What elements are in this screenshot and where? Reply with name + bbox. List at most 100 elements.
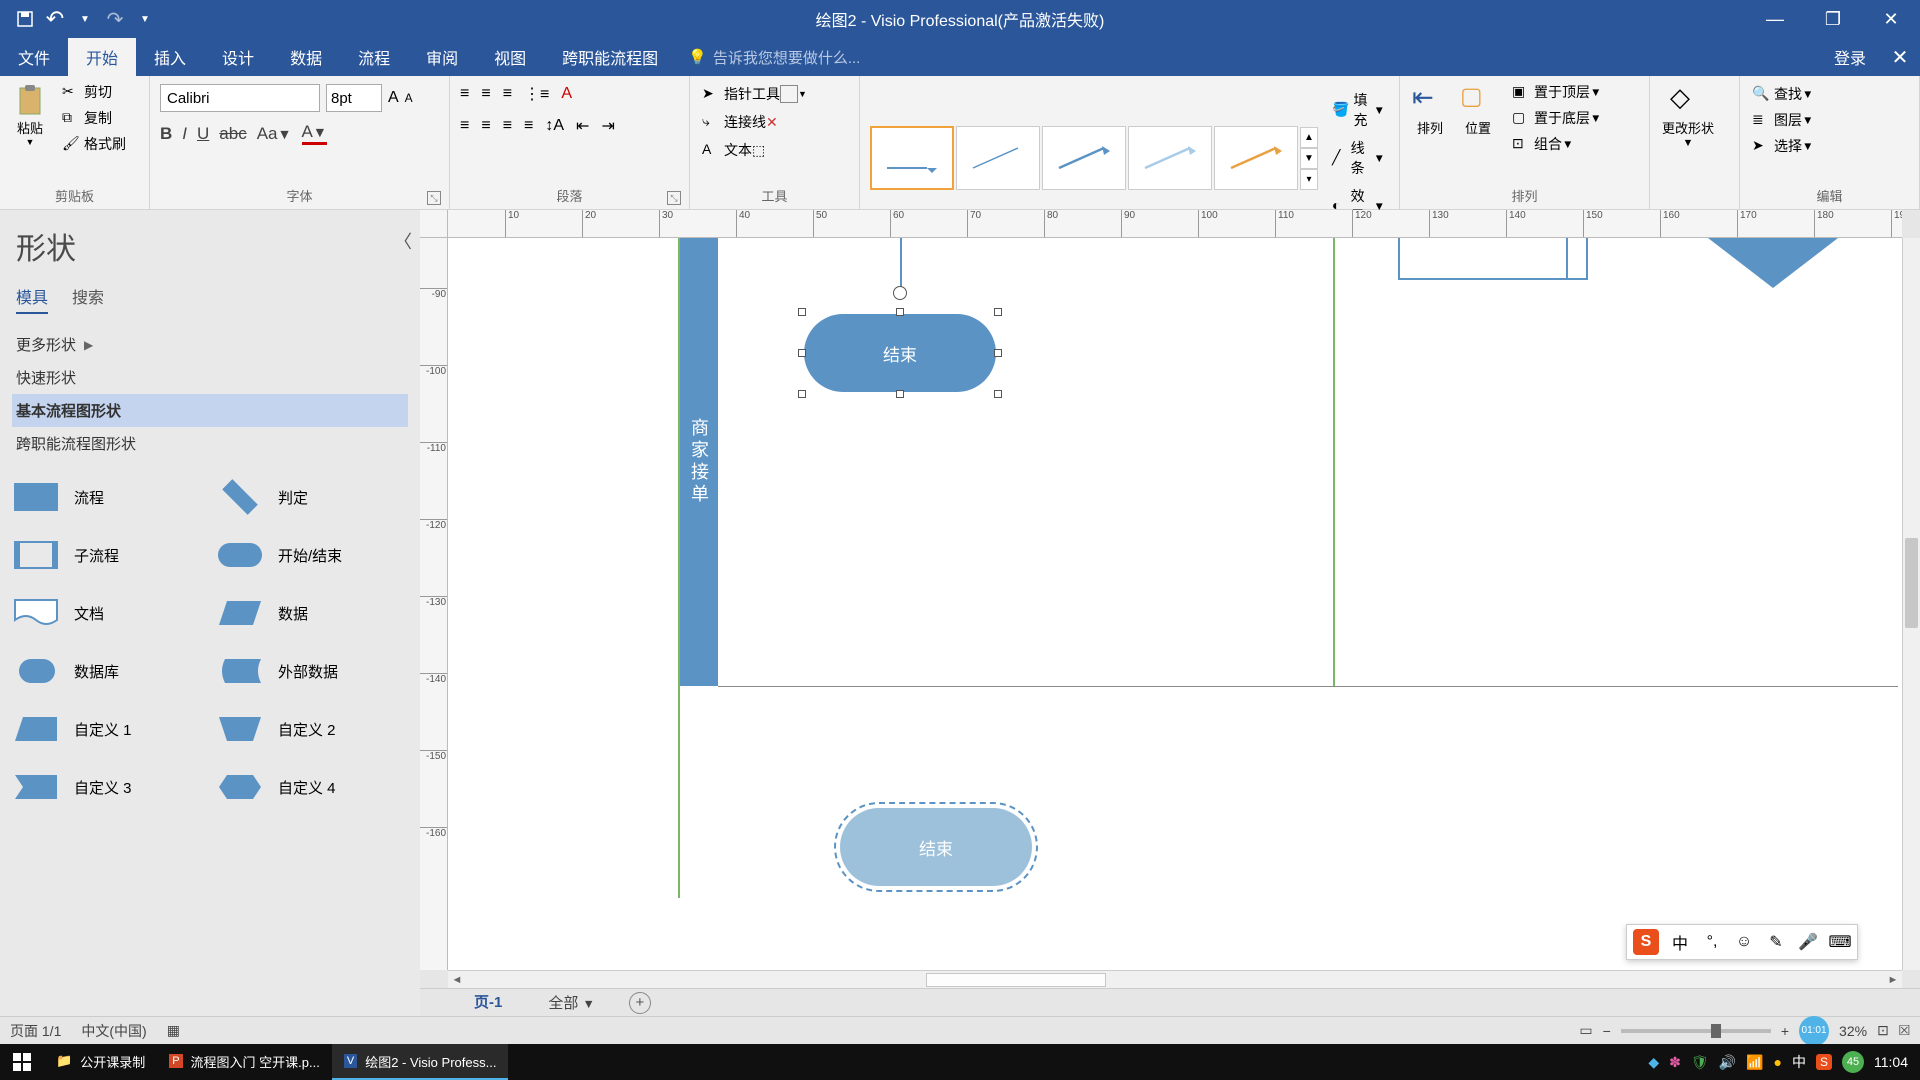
vertical-scrollbar[interactable] [1902,238,1920,970]
ime-toolbar[interactable]: S 中 °, ☺ ✎ 🎤 ⌨ [1626,924,1858,960]
tab-insert[interactable]: 插入 [136,38,204,76]
align-middle-icon[interactable]: ≡ [481,85,490,103]
page-tab-all[interactable]: 全部 ▼ [534,988,609,1017]
fit-width-icon[interactable]: ⮽ [1899,1022,1910,1039]
login-button[interactable]: 登录 [1820,38,1880,76]
zoom-knob[interactable] [1711,1024,1721,1038]
cut-button[interactable]: ✂剪切 [58,80,130,104]
text-direction-icon[interactable]: ↕A [545,117,564,135]
taskbar-ppt[interactable]: P流程图入门 空开课.p... [157,1044,332,1080]
style-item-1[interactable] [870,126,954,190]
font-color-button[interactable]: A▼ [302,122,327,145]
tray-volume-icon[interactable]: 🔊 [1719,1054,1736,1071]
tab-design[interactable]: 设计 [204,38,272,76]
align-left-icon[interactable]: ≡ [460,117,469,135]
connector-tool-button[interactable]: ⤷连接线✕ [698,110,782,134]
ime-keyboard-icon[interactable]: ⌨ [1829,931,1851,953]
restore-button[interactable]: ❐ [1804,0,1862,38]
partial-arrow-shape[interactable] [1708,238,1838,298]
tell-me-search[interactable]: 💡告诉我您想要做什么... [688,38,860,76]
para-dialog-launcher[interactable]: ⤡ [667,191,681,205]
fit-page-icon[interactable]: ⊡ [1877,1022,1889,1039]
vertical-ruler[interactable]: -90-100-110-120-130-140-150-160 [420,238,448,970]
stencil-tab[interactable]: 模具 [16,280,48,314]
rotate-handle-icon[interactable] [893,286,907,300]
select-button[interactable]: ➤选择▼ [1748,134,1818,158]
shape-style-gallery[interactable]: ▲ ▼ ▾ [870,126,1318,190]
tray-wifi-icon[interactable]: 📶 [1746,1054,1763,1071]
resize-handle-n[interactable] [896,308,904,316]
bullets-icon[interactable]: ⋮≡ [524,84,549,104]
horizontal-scrollbar[interactable]: ◄ ► [448,970,1902,988]
resize-handle-ne[interactable] [994,308,1002,316]
vscroll-thumb[interactable] [1905,538,1918,628]
increase-indent-icon[interactable]: ⇥ [601,116,614,136]
page-tab-1[interactable]: 页-1 [460,987,516,1019]
align-center-icon[interactable]: ≡ [481,117,490,135]
resize-handle-se[interactable] [994,390,1002,398]
tray-number-badge[interactable]: 45 [1842,1051,1864,1073]
tab-data[interactable]: 数据 [272,38,340,76]
zoom-out-button[interactable]: − [1603,1023,1611,1039]
shape-document[interactable]: 文档 [10,596,206,630]
partial-process-shape[interactable] [1398,238,1588,280]
increase-font-icon[interactable]: A [388,89,399,107]
tray-icon-6[interactable]: ● [1774,1054,1782,1070]
send-back-button[interactable]: ▢置于底层▼ [1508,106,1606,130]
tray-sogou-icon[interactable]: S [1816,1054,1832,1070]
tray-ime-indicator[interactable]: 中 [1792,1052,1806,1072]
fill-button[interactable]: 🪣填充▼ [1328,88,1389,132]
gallery-more-icon[interactable]: ▾ [1300,169,1318,190]
font-name-input[interactable] [160,84,320,112]
resize-handle-sw[interactable] [798,390,806,398]
shape-extdata[interactable]: 外部数据 [214,654,410,688]
resize-handle-s[interactable] [896,390,904,398]
paste-button[interactable]: 粘贴 ▼ [6,80,54,149]
ime-emoji-icon[interactable]: ☺ [1733,931,1755,953]
more-shapes-item[interactable]: 更多形状▶ [12,328,408,361]
close-button[interactable]: ✕ [1862,0,1920,38]
resize-handle-w[interactable] [798,349,806,357]
tray-icon-3[interactable]: 🛡 [1691,1054,1709,1071]
undo-dropdown-icon[interactable]: ▼ [74,8,96,30]
terminator-ghost[interactable]: 结束 [840,808,1032,886]
recording-timer-badge[interactable]: 01:01 [1799,1016,1829,1046]
gallery-down-icon[interactable]: ▼ [1300,148,1318,169]
undo-icon[interactable]: ↶ [44,8,66,30]
tab-view[interactable]: 视图 [476,38,544,76]
presentation-mode-icon[interactable]: ▭ [1579,1022,1592,1039]
tab-process[interactable]: 流程 [340,38,408,76]
zoom-percent[interactable]: 32% [1839,1023,1867,1039]
redo-icon[interactable]: ↷ [104,8,126,30]
change-shape-button[interactable]: ◇更改形状▼ [1656,80,1720,151]
align-bottom-icon[interactable]: ≡ [503,85,512,103]
layer-button[interactable]: ≣图层▼ [1748,108,1818,132]
collapse-panel-icon[interactable]: 〈 [394,228,412,254]
minimize-button[interactable]: — [1746,0,1804,38]
style-item-4[interactable] [1128,126,1212,190]
shape-custom4[interactable]: 自定义 4 [214,770,410,804]
line-button[interactable]: ╱线条▼ [1328,136,1389,180]
strike-button[interactable]: abc [219,124,246,144]
quick-shapes-item[interactable]: 快速形状 [12,361,408,394]
terminator-selected[interactable]: 结束 [804,314,996,392]
ime-punct-icon[interactable]: °, [1701,931,1723,953]
hscroll-thumb[interactable] [926,973,1106,987]
shape-database[interactable]: 数据库 [10,654,206,688]
search-tab[interactable]: 搜索 [72,280,104,314]
shape-custom2[interactable]: 自定义 2 [214,712,410,746]
tab-crossfunc[interactable]: 跨职能流程图 [544,38,676,76]
bold-button[interactable]: B [160,124,172,144]
add-page-button[interactable]: + [629,992,651,1014]
position-button[interactable]: ▢位置 [1454,80,1502,139]
style-item-5[interactable] [1214,126,1298,190]
resize-handle-e[interactable] [994,349,1002,357]
align-top-icon[interactable]: ≡ [460,85,469,103]
copy-button[interactable]: ⧉复制 [58,106,130,130]
horizontal-ruler[interactable]: 0102030405060708090100110120130140150160… [448,210,1902,238]
style-item-3[interactable] [1042,126,1126,190]
underline-button[interactable]: U [197,124,209,144]
ime-lang-button[interactable]: 中 [1669,931,1691,953]
font-dialog-launcher[interactable]: ⤡ [427,191,441,205]
change-case-button[interactable]: Aa▼ [257,124,292,144]
